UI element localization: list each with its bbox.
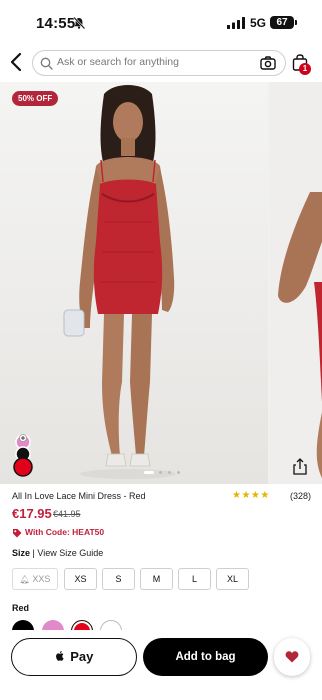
- next-product-photo[interactable]: [270, 82, 322, 484]
- rating-stars[interactable]: ★★★★: [232, 490, 270, 501]
- apple-logo-icon: [55, 651, 64, 661]
- camera-search-icon[interactable]: [260, 56, 276, 70]
- apple-pay-label: Pay: [70, 649, 94, 664]
- product-title: All In Love Lace Mini Dress - Red: [12, 491, 146, 501]
- size-option-xs[interactable]: XS: [64, 568, 97, 590]
- bottom-action-bar: Pay Add to bag: [0, 630, 322, 700]
- sale-price: €17.95: [12, 506, 52, 521]
- product-photo[interactable]: 50% OFF: [0, 82, 268, 484]
- carousel-dot: [159, 471, 162, 474]
- size-heading: Size | View Size Guide: [12, 548, 103, 558]
- size-option-l[interactable]: L: [178, 568, 211, 590]
- bell-muted-icon: [73, 16, 86, 30]
- next-photo-illustration: [278, 192, 322, 478]
- search-header: Ask or search for anything 1: [0, 46, 322, 82]
- color-stack-icon[interactable]: [12, 434, 34, 478]
- carousel-dot: [168, 471, 171, 474]
- size-option-xl[interactable]: XL: [216, 568, 249, 590]
- apple-pay-button[interactable]: Pay: [11, 638, 137, 676]
- status-bar: 14:55 5G 67: [0, 0, 322, 46]
- network-label: 5G: [250, 16, 267, 30]
- search-icon: [40, 57, 53, 70]
- size-separator: |: [32, 548, 35, 558]
- size-label: Size: [12, 548, 31, 558]
- battery-tip: [295, 20, 297, 25]
- size-option-label: XXS: [32, 574, 51, 584]
- size-option-xxs[interactable]: 🔔︎ XXS: [12, 568, 58, 590]
- product-image-gallery[interactable]: 50% OFF: [0, 82, 322, 484]
- search-placeholder: Ask or search for anything: [57, 56, 179, 68]
- original-price: €41.95: [53, 509, 81, 519]
- size-option-m[interactable]: M: [140, 568, 173, 590]
- size-guide-link[interactable]: View Size Guide: [37, 548, 103, 558]
- color-label: Red: [12, 603, 30, 613]
- share-icon[interactable]: [292, 458, 308, 475]
- back-arrow-icon[interactable]: [8, 52, 26, 72]
- bell-outline-icon: 🔔︎: [19, 575, 30, 584]
- review-count[interactable]: (328): [290, 491, 311, 501]
- model-illustration: [63, 85, 176, 479]
- tag-icon: [13, 529, 22, 538]
- heart-icon: [285, 651, 299, 663]
- status-time: 14:55: [36, 15, 76, 32]
- signal-icon: [227, 17, 245, 29]
- battery-indicator: 67: [270, 16, 294, 29]
- discount-badge: 50% OFF: [12, 91, 59, 106]
- search-input[interactable]: Ask or search for anything: [32, 50, 286, 76]
- bag-count-badge: 1: [299, 63, 311, 75]
- carousel-dot: [177, 471, 180, 474]
- size-option-s[interactable]: S: [102, 568, 135, 590]
- carousel-dot-active: [144, 471, 154, 474]
- add-to-bag-button[interactable]: Add to bag: [143, 638, 268, 676]
- promo-code-text: With Code: HEAT50: [25, 527, 105, 537]
- wishlist-button[interactable]: [274, 638, 310, 676]
